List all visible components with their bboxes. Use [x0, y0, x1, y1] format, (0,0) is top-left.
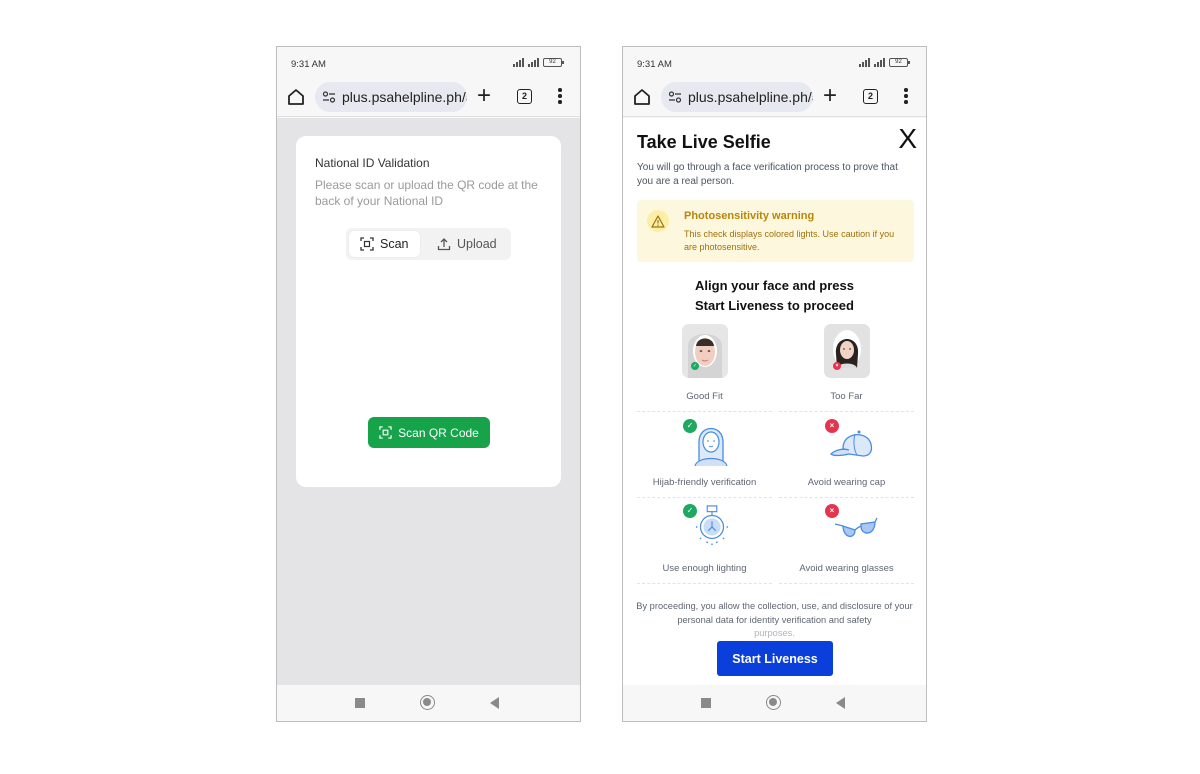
- new-tab-icon[interactable]: +: [477, 84, 491, 108]
- qr-scan-icon: [360, 237, 374, 251]
- modal-title: Take Live Selfie: [637, 132, 771, 152]
- glasses-icon: [834, 517, 878, 537]
- instruction-line-2: Start Liveness to proceed: [695, 298, 854, 313]
- home-icon[interactable]: [633, 88, 651, 106]
- modal-description: You will go through a face verification …: [637, 162, 898, 187]
- url-text: plus.psahelpline.ph/au: [342, 89, 467, 105]
- check-badge-icon: ✓: [683, 419, 697, 433]
- tip-label: Good Fit: [686, 391, 723, 402]
- tip-good-fit: ✓ Good Fit: [637, 322, 772, 412]
- card-title: National ID Validation: [315, 156, 430, 170]
- photosensitivity-warning: Photosensitivity warning This check disp…: [637, 200, 914, 262]
- tab-upload[interactable]: Upload: [426, 231, 508, 257]
- status-icons: 92: [513, 58, 564, 67]
- tip-label: Too Far: [830, 391, 863, 402]
- tip-glasses: × Avoid wearing glasses: [779, 498, 914, 584]
- phone-screen-live-selfie: 9:31 AM 92 plus.psahelpline.ph/au + 2 Ta…: [622, 46, 927, 722]
- consent-main: By proceeding, you allow the collection,…: [636, 601, 913, 625]
- tab-scan[interactable]: Scan: [349, 231, 420, 257]
- signal-icon: [859, 58, 870, 67]
- browser-toolbar: plus.psahelpline.ph/au + 2: [277, 79, 580, 117]
- signal-icon-2: [874, 58, 885, 67]
- consent-tail: purposes.: [754, 628, 795, 638]
- cross-badge-icon: ×: [825, 419, 839, 433]
- scan-upload-toggle: Scan Upload: [346, 228, 511, 260]
- tab-switcher-icon[interactable]: 2: [863, 89, 878, 104]
- tip-label: Avoid wearing cap: [807, 477, 886, 488]
- upload-icon: [437, 238, 451, 251]
- phone-screen-national-id: 9:31 AM 92 plus.psahelpline.ph/au + 2 Na…: [276, 46, 581, 722]
- address-bar[interactable]: plus.psahelpline.ph/au: [315, 82, 467, 112]
- tab-switcher-icon[interactable]: 2: [517, 89, 532, 104]
- back-button[interactable]: [490, 697, 499, 709]
- battery-icon: 92: [889, 58, 910, 67]
- instruction-text: Align your face and press Start Liveness…: [623, 276, 926, 316]
- national-id-card: National ID Validation Please scan or up…: [296, 136, 561, 487]
- tab-upload-label: Upload: [457, 237, 497, 251]
- url-text: plus.psahelpline.ph/au: [688, 89, 813, 105]
- status-time: 9:31 AM: [637, 59, 672, 70]
- site-settings-icon[interactable]: [322, 90, 336, 104]
- signal-icon-2: [528, 58, 539, 67]
- too-far-photo: [824, 324, 870, 378]
- tip-label: Hijab-friendly verification: [652, 477, 757, 488]
- signal-icon: [513, 58, 524, 67]
- home-button[interactable]: [420, 695, 435, 710]
- more-menu-icon[interactable]: [557, 88, 563, 106]
- status-bar: 9:31 AM 92: [623, 47, 926, 79]
- page-content: Take Live Selfie X You will go through a…: [623, 118, 926, 685]
- cross-badge-icon: ×: [825, 504, 839, 518]
- scan-qr-code-button[interactable]: Scan QR Code: [368, 417, 490, 448]
- qr-scan-icon: [379, 426, 392, 439]
- tip-label: Avoid wearing glasses: [799, 563, 894, 574]
- check-badge-icon: ✓: [683, 504, 697, 518]
- tip-label: Use enough lighting: [662, 563, 747, 574]
- consent-text: By proceeding, you allow the collection,…: [633, 600, 916, 641]
- home-button[interactable]: [766, 695, 781, 710]
- status-bar: 9:31 AM 92: [277, 47, 580, 79]
- tip-hijab: ✓ Hijab-friendly verification: [637, 412, 772, 498]
- tip-too-far: × Too Far: [779, 322, 914, 412]
- start-liveness-button[interactable]: Start Liveness: [717, 641, 833, 676]
- tab-scan-label: Scan: [380, 237, 409, 251]
- close-button[interactable]: X: [898, 124, 917, 154]
- warning-icon: [647, 210, 669, 232]
- good-fit-photo: [682, 324, 728, 378]
- back-button[interactable]: [836, 697, 845, 709]
- site-settings-icon[interactable]: [668, 90, 682, 104]
- battery-icon: 92: [543, 58, 564, 67]
- tip-lighting: ✓ Use enough lighting: [637, 498, 772, 584]
- home-icon[interactable]: [287, 88, 305, 106]
- cross-badge-icon: ×: [833, 362, 841, 370]
- warning-title: Photosensitivity warning: [684, 210, 815, 222]
- warning-text: This check displays colored lights. Use …: [684, 229, 895, 252]
- android-nav-bar: [623, 685, 926, 721]
- android-nav-bar: [277, 685, 580, 721]
- check-badge-icon: ✓: [691, 362, 699, 370]
- scan-qr-code-label: Scan QR Code: [398, 425, 479, 440]
- new-tab-icon[interactable]: +: [823, 84, 837, 108]
- instruction-line-1: Align your face and press: [695, 278, 854, 293]
- status-icons: 92: [859, 58, 910, 67]
- tip-cap: × Avoid wearing cap: [779, 412, 914, 498]
- page-content: National ID Validation Please scan or up…: [277, 118, 580, 685]
- card-description: Please scan or upload the QR code at the…: [315, 178, 538, 208]
- recent-apps-button[interactable]: [701, 698, 711, 708]
- address-bar[interactable]: plus.psahelpline.ph/au: [661, 82, 813, 112]
- status-time: 9:31 AM: [291, 59, 326, 70]
- recent-apps-button[interactable]: [355, 698, 365, 708]
- more-menu-icon[interactable]: [903, 88, 909, 106]
- browser-toolbar: plus.psahelpline.ph/au + 2: [623, 79, 926, 117]
